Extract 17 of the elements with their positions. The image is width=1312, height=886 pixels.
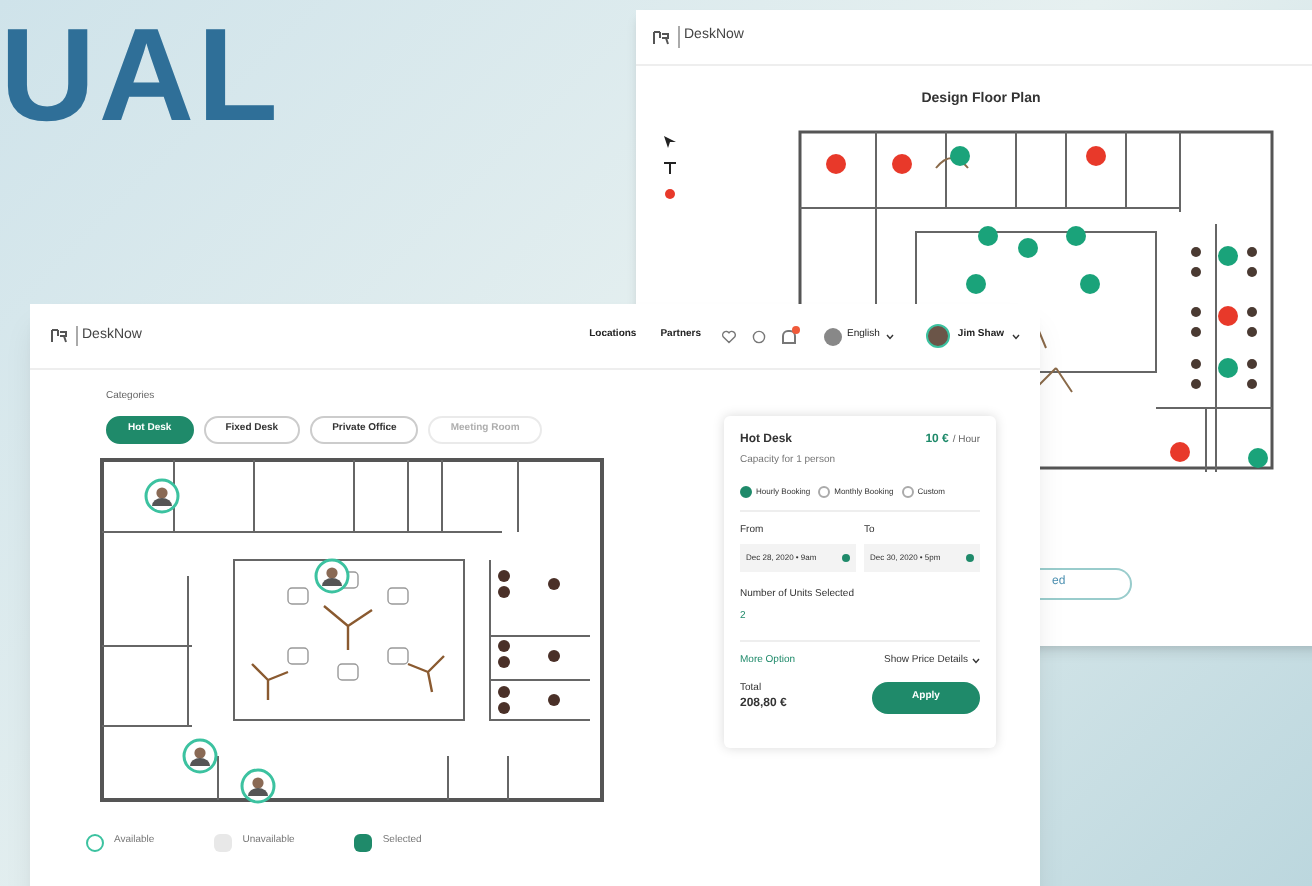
chevron-down-icon [885, 333, 894, 339]
cursor-icon[interactable] [664, 135, 676, 147]
heart-icon[interactable] [721, 329, 736, 343]
headline: UAL [0, 8, 282, 140]
avatar [925, 324, 950, 348]
bell-icon[interactable] [781, 329, 796, 343]
pin-icon[interactable] [664, 187, 676, 199]
legend-swatch [86, 833, 104, 851]
logo-icon [50, 328, 68, 344]
logo-icon [652, 29, 670, 45]
text-tool-icon[interactable] [664, 161, 676, 173]
legend-swatch [354, 833, 373, 851]
radio-button[interactable] [818, 485, 831, 497]
radio-button[interactable] [740, 485, 752, 497]
chevron-down-icon [1012, 333, 1020, 339]
chevron-down-icon [972, 658, 980, 665]
radio-button[interactable] [901, 485, 914, 497]
